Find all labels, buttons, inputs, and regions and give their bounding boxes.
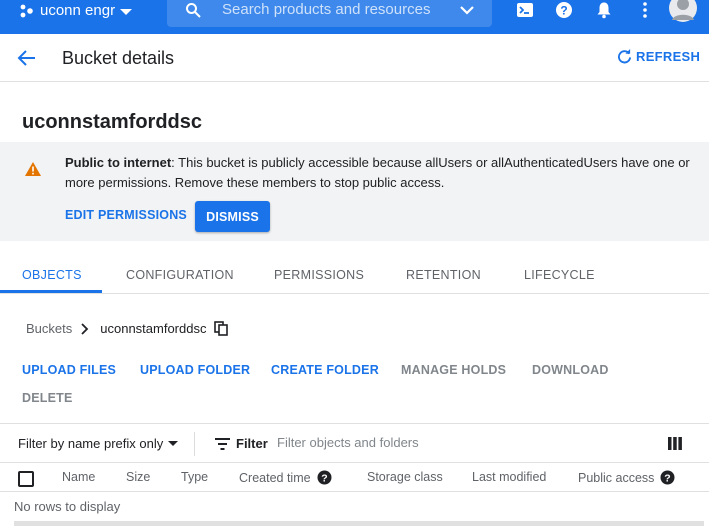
breadcrumb-current: uconnstamforddsc — [100, 321, 207, 336]
help-icon[interactable]: ? — [555, 1, 573, 19]
upload-files-button[interactable]: UPLOAD FILES — [22, 363, 116, 377]
edit-permissions-button[interactable]: EDIT PERMISSIONS — [65, 208, 187, 222]
back-arrow-icon[interactable] — [17, 49, 37, 67]
svg-text:?: ? — [665, 473, 671, 485]
page-title: Bucket details — [62, 48, 175, 68]
filter-mode-label: Filter by name prefix only — [18, 436, 164, 451]
tab-configuration[interactable]: CONFIGURATION — [126, 268, 234, 282]
filter-list-icon — [215, 438, 230, 450]
svg-text:?: ? — [560, 4, 567, 18]
column-header-name[interactable]: Name — [62, 470, 95, 484]
dismiss-button[interactable]: DISMISS — [195, 201, 270, 232]
create-folder-button[interactable]: CREATE FOLDER — [271, 363, 379, 377]
filter-input[interactable] — [277, 435, 637, 450]
project-name: uconn engr — [40, 2, 116, 19]
filter-mode-select[interactable]: Filter by name prefix only — [18, 436, 179, 451]
help-icon[interactable]: ? — [660, 470, 675, 485]
filter-label: Filter — [236, 436, 268, 451]
column-created-time-label: Created time — [239, 470, 311, 485]
tab-permissions[interactable]: PERMISSIONS — [274, 268, 364, 282]
column-display-icon[interactable] — [668, 437, 682, 450]
breadcrumb: Buckets uconnstamforddsc — [26, 321, 229, 336]
column-header-created-time[interactable]: Created time ? — [239, 470, 332, 485]
project-dots-icon — [20, 4, 33, 18]
refresh-icon — [618, 49, 632, 64]
page-header: Bucket details REFRESH — [0, 34, 709, 82]
caret-down-icon — [120, 9, 132, 15]
filter-bar: Filter by name prefix only Filter — [0, 423, 709, 463]
public-access-banner: Public to internet: This bucket is publi… — [0, 142, 709, 241]
search-bar[interactable]: Search products and resources — [167, 0, 492, 27]
table-header: Name Size Type Created time ? Storage cl… — [0, 463, 709, 492]
column-header-last-modified[interactable]: Last modified — [472, 470, 546, 484]
tab-bar: OBJECTS CONFIGURATION PERMISSIONS RETENT… — [0, 255, 709, 294]
search-icon — [186, 3, 201, 18]
banner-title: Public to internet — [65, 155, 172, 170]
column-header-type[interactable]: Type — [181, 470, 208, 484]
breadcrumb-buckets[interactable]: Buckets — [26, 321, 72, 336]
chevron-right-icon — [81, 322, 89, 335]
column-type-label: Type — [181, 470, 209, 484]
tab-objects[interactable]: OBJECTS — [22, 268, 82, 282]
banner-message: Public to internet: This bucket is publi… — [65, 153, 695, 193]
empty-table-message: No rows to display — [14, 499, 121, 514]
more-vert-icon[interactable] — [636, 1, 654, 19]
warning-icon — [25, 162, 41, 176]
tab-lifecycle[interactable]: LIFECYCLE — [524, 268, 595, 282]
cloud-shell-icon[interactable] — [516, 1, 534, 19]
column-header-public-access[interactable]: Public access ? — [578, 470, 675, 485]
column-last-modified-label: Last modified — [472, 470, 547, 484]
column-name-label: Name — [62, 470, 96, 484]
delete-button[interactable]: DELETE — [22, 391, 73, 405]
column-storage-class-label: Storage class — [367, 470, 443, 484]
tab-retention[interactable]: RETENTION — [406, 268, 481, 282]
column-header-size[interactable]: Size — [126, 470, 150, 484]
download-button[interactable]: DOWNLOAD — [532, 363, 609, 377]
refresh-button[interactable]: REFRESH — [617, 49, 700, 64]
manage-holds-button[interactable]: MANAGE HOLDS — [401, 363, 506, 377]
column-header-storage-class[interactable]: Storage class — [367, 470, 443, 484]
column-public-access-label: Public access — [578, 470, 655, 485]
top-app-bar: uconn engr Search products and resources… — [0, 0, 709, 34]
select-all-checkbox[interactable] — [18, 471, 34, 487]
bucket-name-heading: uconnstamforddsc — [22, 111, 203, 133]
svg-text:?: ? — [321, 473, 327, 485]
account-avatar-icon[interactable] — [668, 0, 698, 24]
chevron-down-icon[interactable] — [459, 4, 475, 16]
column-size-label: Size — [126, 470, 151, 484]
active-tab-indicator — [0, 290, 102, 293]
horizontal-scrollbar[interactable] — [14, 521, 704, 526]
upload-folder-button[interactable]: UPLOAD FOLDER — [140, 363, 250, 377]
help-icon[interactable]: ? — [317, 470, 332, 485]
copy-icon[interactable] — [214, 321, 229, 336]
refresh-label: REFRESH — [636, 49, 701, 64]
notifications-icon[interactable] — [595, 1, 613, 19]
filter-divider — [194, 432, 195, 456]
caret-down-icon — [168, 440, 179, 446]
search-placeholder[interactable]: Search products and resources — [222, 1, 430, 18]
